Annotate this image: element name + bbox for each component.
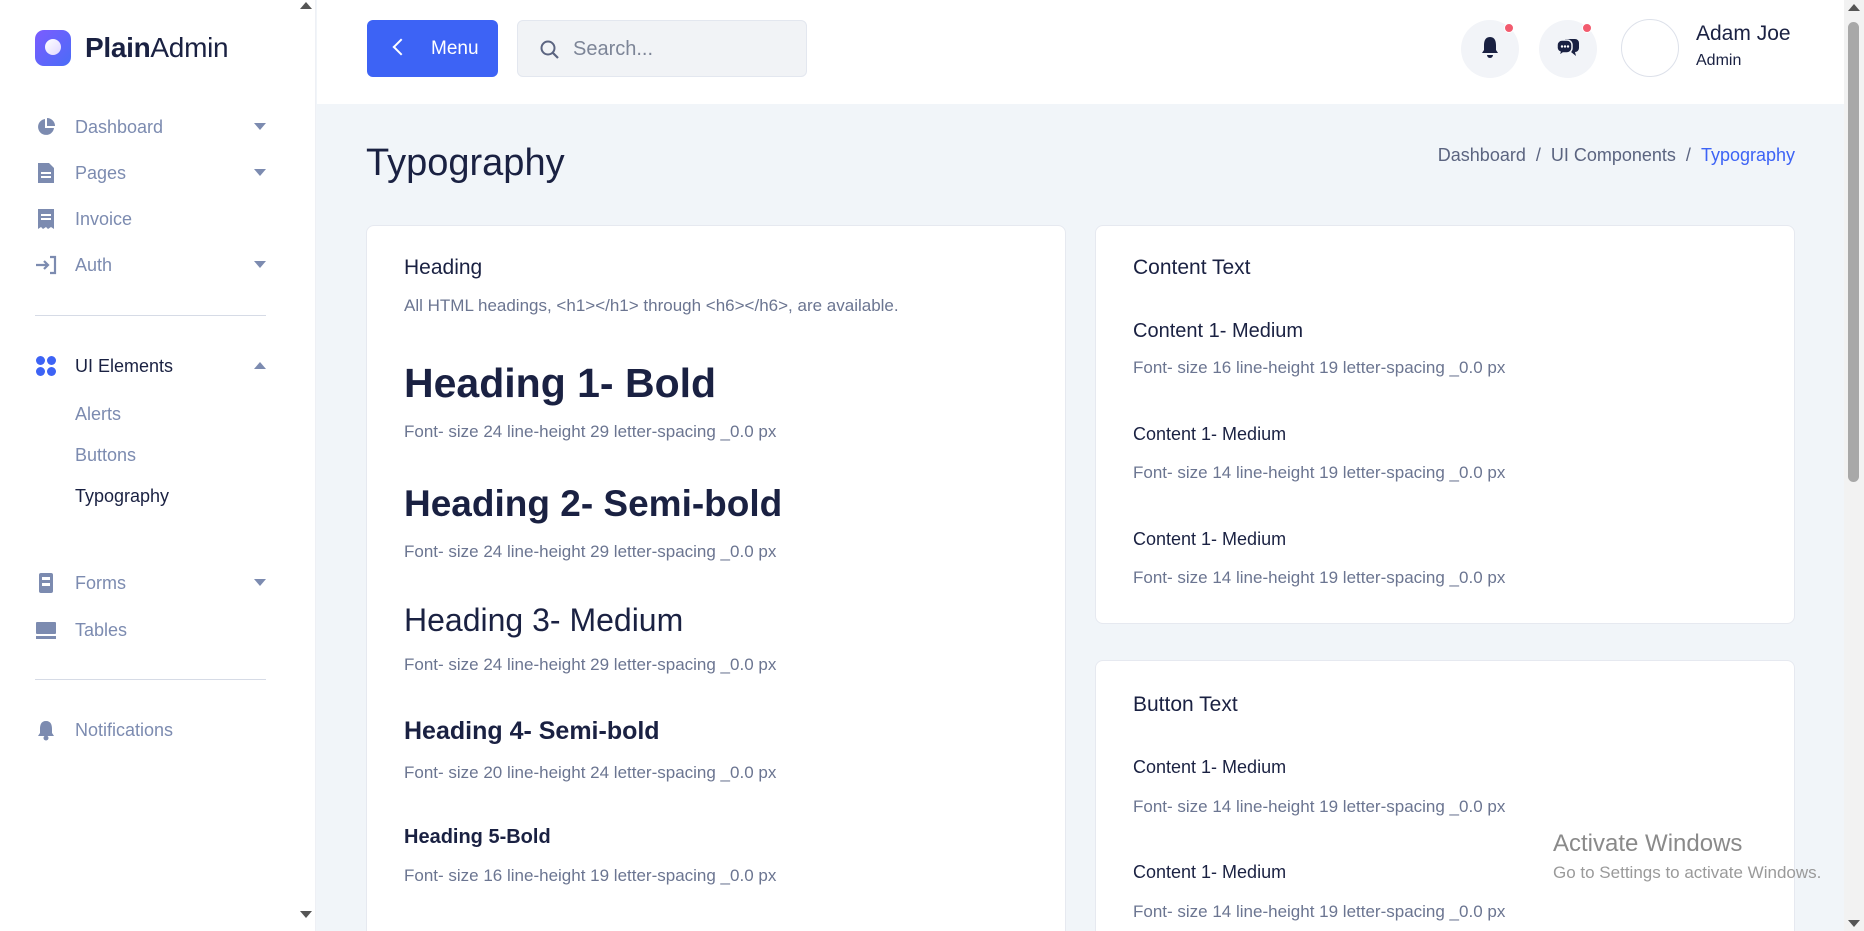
content-sample: Content 1- Medium xyxy=(1133,862,1287,882)
logo-mark-icon xyxy=(35,30,71,66)
document-icon xyxy=(35,162,57,184)
message-badge xyxy=(1582,23,1592,33)
sidebar-item-label: Forms xyxy=(75,572,126,593)
breadcrumb: Dashboard / UI Components / Typography xyxy=(1438,145,1795,166)
heading-3-spec: Font- size 24 line-height 29 letter-spac… xyxy=(404,655,777,674)
form-icon xyxy=(35,572,57,594)
scroll-down-arrow[interactable] xyxy=(1848,920,1860,927)
sidebar-item-label: Tables xyxy=(75,619,128,640)
breadcrumb-separator: / xyxy=(1685,145,1691,165)
user-name[interactable]: Adam Joe xyxy=(1696,22,1791,46)
sidebar-item-label: Dashboard xyxy=(75,116,164,137)
top-header: Menu Adam Joe Admin xyxy=(317,0,1844,104)
notification-badge xyxy=(1504,23,1514,33)
chevron-down-icon xyxy=(254,169,266,176)
sidebar-item-invoice[interactable]: Invoice xyxy=(35,204,266,234)
sidebar-item-forms[interactable]: Forms xyxy=(35,568,266,598)
search-input[interactable] xyxy=(573,31,793,67)
heading-2-sample: Heading 2- Semi-bold xyxy=(404,483,783,524)
sidebar-subitem-alerts[interactable]: Alerts xyxy=(75,404,121,425)
messages-button[interactable] xyxy=(1539,20,1597,78)
button-text-card: Button Text Content 1- Medium Font- size… xyxy=(1095,660,1795,931)
pie-chart-icon xyxy=(35,116,57,138)
chevron-down-icon xyxy=(254,261,266,268)
menu-button-label: Menu xyxy=(431,38,479,59)
sidebar-subitem-typography[interactable]: Typography xyxy=(75,486,169,507)
content-spec: Font- size 16 line-height 19 letter-spac… xyxy=(1133,358,1506,377)
card-description: All HTML headings, <h1></h1> through <h6… xyxy=(404,296,899,315)
sidebar-item-pages[interactable]: Pages xyxy=(35,158,266,188)
avatar[interactable] xyxy=(1621,19,1679,77)
chevron-up-icon xyxy=(254,362,266,369)
sidebar-item-auth[interactable]: Auth xyxy=(35,250,266,280)
content-spec: Font- size 14 line-height 19 letter-spac… xyxy=(1133,463,1506,482)
sidebar-item-label: UI Elements xyxy=(75,355,174,376)
heading-4-spec: Font- size 20 line-height 24 letter-spac… xyxy=(404,763,777,782)
logo-text: PlainAdmin xyxy=(85,32,229,63)
heading-2-spec: Font- size 24 line-height 29 letter-spac… xyxy=(404,542,777,561)
page-scrollbar[interactable] xyxy=(1844,0,1864,931)
sidebar-item-label: Auth xyxy=(75,254,113,275)
sidebar-item-ui-elements[interactable]: UI Elements xyxy=(35,351,266,381)
breadcrumb-item-dashboard[interactable]: Dashboard xyxy=(1438,145,1526,166)
sidebar-divider xyxy=(35,679,266,680)
page-title: Typography xyxy=(366,142,565,184)
content-text-card: Content Text Content 1- Medium Font- siz… xyxy=(1095,225,1795,624)
sidebar: PlainAdmin Dashboard Pages Invoice Auth xyxy=(0,0,316,931)
activate-windows-watermark-subtitle: Go to Settings to activate Windows. xyxy=(1553,863,1822,882)
bell-icon xyxy=(1479,35,1501,64)
breadcrumb-item-ui-components[interactable]: UI Components xyxy=(1551,145,1676,166)
sidebar-item-tables[interactable]: Tables xyxy=(35,615,266,645)
content-spec: Font- size 14 line-height 19 letter-spac… xyxy=(1133,568,1506,587)
sidebar-item-label: Invoice xyxy=(75,208,133,229)
sidebar-item-dashboard[interactable]: Dashboard xyxy=(35,112,266,142)
sidebar-scroll-down-arrow[interactable] xyxy=(300,911,312,918)
chevron-left-icon xyxy=(392,38,410,56)
heading-5-spec: Font- size 16 line-height 19 letter-spac… xyxy=(404,866,777,885)
receipt-icon xyxy=(35,208,57,230)
card-title: Content Text xyxy=(1133,256,1251,279)
logo[interactable]: PlainAdmin xyxy=(35,30,229,66)
heading-1-sample: Heading 1- Bold xyxy=(404,360,717,406)
sidebar-item-notifications[interactable]: Notifications xyxy=(35,715,266,745)
scroll-up-arrow[interactable] xyxy=(1848,4,1860,11)
search-box[interactable] xyxy=(517,20,807,77)
chevron-down-icon xyxy=(254,579,266,586)
sidebar-subitem-buttons[interactable]: Buttons xyxy=(75,445,136,466)
chat-icon xyxy=(1556,36,1580,63)
menu-toggle-button[interactable]: Menu xyxy=(367,20,498,77)
content-sample: Content 1- Medium xyxy=(1133,529,1287,549)
content-sample: Content 1- Medium xyxy=(1133,320,1304,342)
heading-1-spec: Font- size 24 line-height 29 letter-spac… xyxy=(404,422,777,441)
notifications-button[interactable] xyxy=(1461,20,1519,78)
content-sample: Content 1- Medium xyxy=(1133,424,1287,444)
heading-4-sample: Heading 4- Semi-bold xyxy=(404,717,660,745)
heading-card: Heading All HTML headings, <h1></h1> thr… xyxy=(366,225,1066,931)
table-icon xyxy=(35,619,57,641)
heading-5-sample: Heading 5-Bold xyxy=(404,826,551,848)
sidebar-scroll-up-arrow[interactable] xyxy=(300,2,312,9)
scrollbar-thumb[interactable] xyxy=(1848,22,1859,482)
heading-3-sample: Heading 3- Medium xyxy=(404,602,684,638)
sidebar-item-label: Notifications xyxy=(75,719,174,740)
search-icon xyxy=(540,40,560,60)
content-spec: Font- size 14 line-height 19 letter-spac… xyxy=(1133,797,1506,816)
sidebar-item-label: Pages xyxy=(75,162,127,183)
content-sample: Content 1- Medium xyxy=(1133,757,1287,777)
user-role: Admin xyxy=(1696,52,1742,69)
activate-windows-watermark-title: Activate Windows xyxy=(1553,830,1743,857)
card-title: Button Text xyxy=(1133,693,1238,716)
breadcrumb-item-current: Typography xyxy=(1700,145,1795,165)
card-title: Heading xyxy=(404,256,483,279)
sidebar-divider xyxy=(35,315,266,316)
content-spec: Font- size 14 line-height 19 letter-spac… xyxy=(1133,902,1506,921)
login-arrow-icon xyxy=(35,254,57,276)
breadcrumb-separator: / xyxy=(1535,145,1541,165)
bell-icon xyxy=(35,719,57,741)
grid-dots-icon xyxy=(35,355,57,377)
chevron-down-icon xyxy=(254,123,266,130)
